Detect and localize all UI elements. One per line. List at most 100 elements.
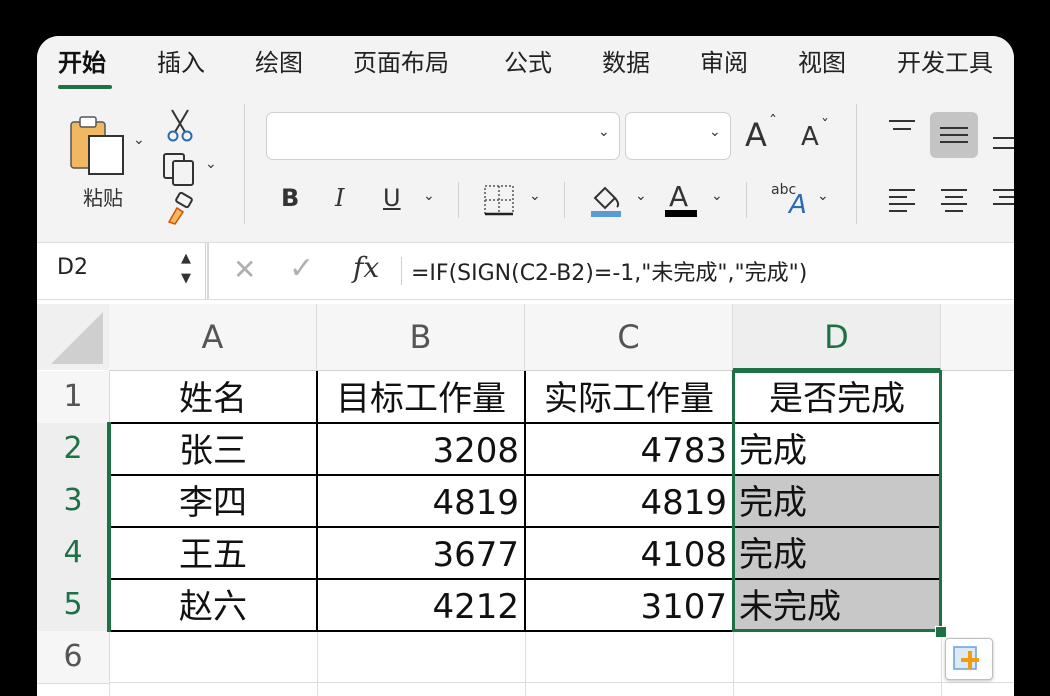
ribbon-separator [244,104,245,224]
cell-b3[interactable]: 4819 [317,475,525,527]
paint-bucket-icon [591,186,621,217]
formula-bar-separator [207,243,209,299]
ribbon-separator [564,182,565,218]
cut-button[interactable] [165,108,195,142]
tab-draw[interactable]: 绘图 [255,48,303,78]
cell-c3[interactable]: 4819 [525,475,733,527]
align-left-icon [889,189,915,212]
phonetic-guide-icon[interactable]: A [789,190,807,220]
tab-insert[interactable]: 插入 [157,48,205,78]
bold-button[interactable]: B [281,184,299,212]
decrease-font-size-button[interactable]: A [801,122,819,152]
cell-b5[interactable]: 4212 [317,579,525,631]
row-header-3[interactable]: 3 [37,475,109,528]
font-color-dropdown-chevron[interactable]: ⌄ [711,188,723,204]
name-box-value: D2 [57,255,88,280]
insert-function-icon[interactable]: fx [353,251,379,284]
column-header-b[interactable]: B [317,304,525,371]
select-all-corner[interactable] [37,304,109,370]
active-tab-indicator [58,85,112,89]
increase-font-size-button[interactable]: A [745,116,767,154]
align-right-button[interactable] [991,186,1014,214]
cell-a5[interactable]: 赵六 [109,579,317,631]
cell-c2[interactable]: 4783 [525,423,733,475]
tab-view[interactable]: 视图 [798,48,846,78]
table-border [524,371,526,631]
tab-page-layout[interactable]: 页面布局 [353,48,449,78]
cell-a1[interactable]: 姓名 [109,371,317,423]
quick-analysis-button[interactable] [945,638,993,680]
tab-formulas[interactable]: 公式 [504,48,552,78]
cell-a4[interactable]: 王五 [109,527,317,579]
paste-button[interactable] [65,112,127,182]
paintbrush-icon [167,191,193,225]
row-header-2[interactable]: 2 [37,423,109,476]
cell-c5[interactable]: 3107 [525,579,733,631]
copy-dropdown-chevron[interactable]: ⌄ [205,156,217,172]
align-top-icon [889,120,915,130]
font-name-select[interactable] [266,112,620,160]
align-top-button[interactable] [887,118,917,144]
column-header-d[interactable]: D [733,304,941,371]
cell-a3[interactable]: 李四 [109,475,317,527]
underline-button[interactable]: U [383,184,401,212]
align-middle-button[interactable] [930,112,978,158]
format-painter-button[interactable] [163,191,197,226]
ribbon: 开始 插入 绘图 页面布局 公式 数据 审阅 视图 开发工具 ⌄ 粘贴 ⌄ ⌄ … [37,36,1014,242]
name-box[interactable]: D2 ▲ ▼ [37,243,206,299]
ribbon-separator [856,104,857,224]
paste-label: 粘贴 [83,186,123,210]
ribbon-tabs: 开始 插入 绘图 页面布局 公式 数据 审阅 视图 开发工具 [37,36,1014,96]
worksheet-grid: A B C D 1 2 3 4 5 6 姓名 目标工作量 实际工作量 是否完成 … [37,304,1014,696]
selection-range-d1-d5 [732,370,942,632]
formula-divider [401,257,402,285]
column-header-a[interactable]: A [109,304,317,371]
font-name-chevron-icon: ⌄ [598,124,610,140]
font-color-icon: A [669,180,689,213]
row-header-5[interactable]: 5 [37,579,109,632]
align-right-icon [993,189,1014,205]
copy-button[interactable] [161,152,201,186]
fill-color-button[interactable] [589,182,623,218]
cancel-icon[interactable]: ✕ [233,253,256,286]
tab-data[interactable]: 数据 [602,48,650,78]
scissors-icon [167,109,193,142]
formula-bar: D2 ▲ ▼ ✕ ✓ fx =IF(SIGN(C2-B2)=-1,"未完成","完… [37,242,1014,300]
font-color-button[interactable]: A [665,180,699,218]
table-border [316,371,318,631]
tab-review[interactable]: 审阅 [700,48,748,78]
confirm-icon[interactable]: ✓ [289,251,314,286]
column-header-c[interactable]: C [525,304,733,371]
row-header-4[interactable]: 4 [37,527,109,580]
ribbon-separator [746,182,747,218]
tab-developer[interactable]: 开发工具 [897,48,993,78]
name-box-spinner-icon[interactable]: ▲ ▼ [181,249,191,289]
font-size-chevron-icon: ⌄ [709,124,721,140]
formula-input[interactable]: =IF(SIGN(C2-B2)=-1,"未完成","完成") [411,255,807,287]
column-header-e[interactable] [941,304,1014,371]
fill-handle[interactable] [935,626,947,638]
align-bottom-button[interactable] [991,130,1014,156]
borders-button[interactable] [483,184,515,216]
phonetic-dropdown-chevron[interactable]: ⌄ [817,188,829,204]
align-center-icon [941,189,967,212]
cell-b1[interactable]: 目标工作量 [317,371,525,423]
underline-dropdown-chevron[interactable]: ⌄ [423,188,435,204]
fill-color-dropdown-chevron[interactable]: ⌄ [635,188,647,204]
cell-b2[interactable]: 3208 [317,423,525,475]
align-bottom-icon [993,137,1014,149]
row-header-6[interactable]: 6 [37,631,109,684]
row-header-1[interactable]: 1 [37,371,109,424]
align-middle-icon [940,127,968,143]
borders-dropdown-chevron[interactable]: ⌄ [529,188,541,204]
cell-c1[interactable]: 实际工作量 [525,371,733,423]
cell-c4[interactable]: 4108 [525,527,733,579]
align-left-button[interactable] [887,186,917,214]
paste-icon [70,116,124,175]
italic-button[interactable]: I [335,184,344,212]
align-center-button[interactable] [939,186,969,214]
cell-a2[interactable]: 张三 [109,423,317,475]
tab-home[interactable]: 开始 [58,48,106,78]
cell-b4[interactable]: 3677 [317,527,525,579]
paste-dropdown-chevron[interactable]: ⌄ [133,132,145,148]
